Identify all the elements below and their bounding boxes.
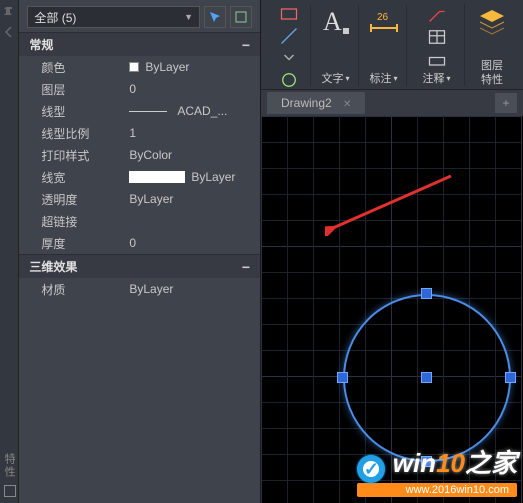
- watermark-sub: www.2016win10.com: [357, 483, 517, 497]
- prop-value: 0: [129, 236, 136, 250]
- section-header-3d[interactable]: 三维效果 −: [19, 254, 260, 278]
- prop-value: ByLayer: [129, 282, 173, 296]
- svg-text:26: 26: [377, 12, 389, 23]
- drawing-area: A 文字▾ 26 标注▾: [261, 0, 523, 503]
- prop-value: ByColor: [129, 148, 172, 162]
- tool-icon[interactable]: [279, 26, 299, 46]
- layers-tool-icon[interactable]: [475, 4, 509, 38]
- section-header-general[interactable]: 常规 −: [19, 32, 260, 56]
- pin-icon[interactable]: [3, 6, 15, 18]
- prop-label: 超链接: [41, 213, 129, 230]
- watermark-text: win10之家: [393, 448, 517, 478]
- prop-row-lineweight[interactable]: 线宽 ByLayer: [19, 166, 260, 188]
- ribbon-label-dim[interactable]: 标注▾: [369, 70, 397, 86]
- tab-add-button[interactable]: +: [495, 93, 517, 113]
- tab-drawing[interactable]: Drawing2 ✕: [267, 92, 365, 114]
- chevron-down-icon: ▾: [345, 74, 349, 83]
- section-title: 常规: [29, 36, 53, 53]
- color-swatch-icon: [129, 62, 139, 72]
- annotation-arrow: [325, 172, 455, 236]
- watermark-seal-icon: ✓: [357, 455, 385, 483]
- watermark: ✓ win10之家 www.2016win10.com: [357, 443, 517, 497]
- prop-label: 线型比例: [41, 125, 129, 142]
- rail-toggle-icon[interactable]: [4, 485, 16, 497]
- collapse-icon: −: [242, 259, 250, 275]
- prop-label: 线型: [41, 103, 129, 120]
- prop-row-material[interactable]: 材质 ByLayer: [19, 278, 260, 300]
- dimension-tool-icon[interactable]: 26: [367, 4, 401, 38]
- quick-select-button[interactable]: [204, 6, 226, 28]
- tab-label: Drawing2: [281, 96, 332, 110]
- svg-text:A: A: [323, 7, 342, 36]
- section-title: 三维效果: [29, 258, 77, 275]
- properties-panel: 全部 (5) ▼ 常规 − 颜色 ByLayer 图层 0: [19, 0, 261, 503]
- prop-label: 图层: [41, 81, 129, 98]
- table-tool-icon[interactable]: [427, 27, 447, 47]
- prop-label: 打印样式: [41, 147, 129, 164]
- prop-row-transparency[interactable]: 透明度 ByLayer: [19, 188, 260, 210]
- prop-value: ByLayer: [129, 192, 173, 206]
- chevron-down-icon: ▾: [393, 74, 397, 83]
- prop-row-ltscale[interactable]: 线型比例 1: [19, 122, 260, 144]
- prop-label: 透明度: [41, 191, 129, 208]
- prop-row-plotstyle[interactable]: 打印样式 ByColor: [19, 144, 260, 166]
- grip-west[interactable]: [337, 372, 348, 383]
- prop-label: 厚度: [41, 235, 129, 252]
- prop-row-hyperlink[interactable]: 超链接: [19, 210, 260, 232]
- prop-row-color[interactable]: 颜色 ByLayer: [19, 56, 260, 78]
- ribbon-label-anno[interactable]: 注释▾: [422, 70, 450, 86]
- prop-value: 0: [129, 82, 136, 96]
- chevron-down-icon: ▼: [184, 12, 193, 22]
- leader-tool-icon[interactable]: [427, 4, 447, 24]
- prop-row-layer[interactable]: 图层 0: [19, 78, 260, 100]
- rail-title: 特性: [1, 453, 17, 479]
- drawing-canvas[interactable]: // grid drawn after data load below ✓ wi…: [261, 116, 523, 503]
- prop-row-thickness[interactable]: 厚度 0: [19, 232, 260, 254]
- ribbon: A 文字▾ 26 标注▾: [261, 0, 523, 90]
- ribbon-label-text[interactable]: 文字▾: [321, 70, 349, 86]
- prop-label: 颜色: [41, 59, 129, 76]
- more-tool-icon[interactable]: [427, 50, 447, 70]
- drawing-tabs: Drawing2 ✕ +: [261, 90, 523, 116]
- select-objects-button[interactable]: [230, 6, 252, 28]
- prop-value: ByLayer: [145, 60, 189, 74]
- prop-label: 材质: [41, 281, 129, 298]
- ribbon-label-layers[interactable]: 图层 特性: [481, 60, 503, 86]
- prop-value: ACAD_...: [177, 104, 227, 118]
- linetype-preview-icon: [129, 111, 167, 112]
- lineweight-preview-icon: [129, 171, 185, 183]
- object-selector-text: 全部 (5): [34, 9, 76, 26]
- dropdown-icon[interactable]: [283, 48, 295, 68]
- chevron-down-icon: ▾: [446, 74, 450, 83]
- grip-center[interactable]: [421, 372, 432, 383]
- prop-label: 线宽: [41, 169, 129, 186]
- tool-icon[interactable]: [279, 4, 299, 24]
- prop-value: ByLayer: [191, 170, 235, 184]
- collapse-icon: −: [242, 37, 250, 53]
- prop-value: 1: [129, 126, 136, 140]
- prop-row-linetype[interactable]: 线型 ACAD_...: [19, 100, 260, 122]
- object-selector[interactable]: 全部 (5) ▼: [27, 6, 200, 28]
- tool-icon[interactable]: [279, 70, 299, 90]
- arrow-left-icon[interactable]: [3, 26, 15, 38]
- close-icon[interactable]: ✕: [343, 99, 351, 110]
- left-rail: 特性: [0, 0, 19, 503]
- grip-north[interactable]: [421, 288, 432, 299]
- grip-east[interactable]: [505, 372, 516, 383]
- text-tool-icon[interactable]: A: [319, 4, 353, 38]
